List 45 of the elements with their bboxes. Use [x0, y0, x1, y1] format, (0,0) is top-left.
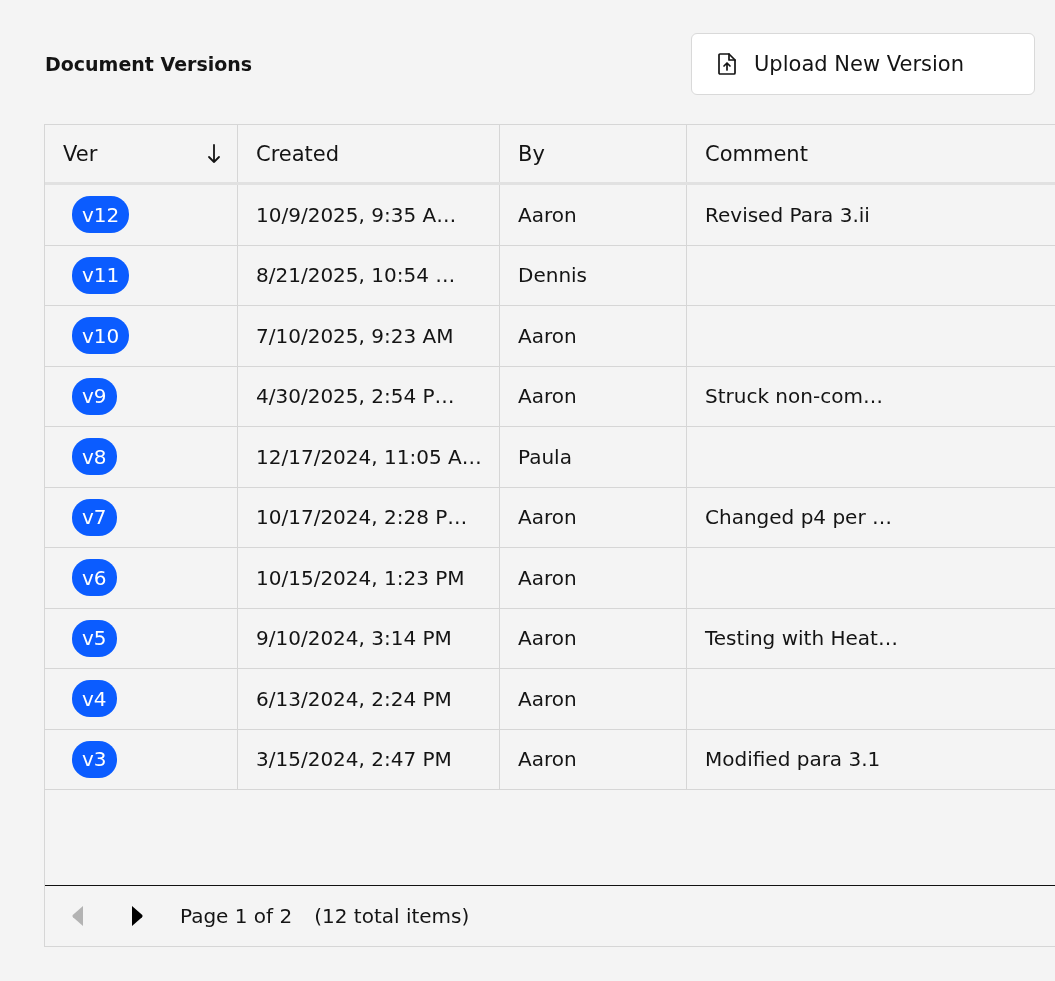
table-cell-text: Revised Para 3.ii [704, 201, 871, 229]
version-badge[interactable]: v3 [72, 740, 117, 778]
upload-button[interactable]: Upload New Version [691, 33, 1035, 95]
table-cell-text: Changed p4 per … [704, 504, 893, 532]
table-cell: Aaron [500, 306, 687, 366]
table-cell: 3/15/2024, 2:47 PM [238, 729, 500, 789]
table-cell-text: Modified para 3.1 [704, 746, 882, 774]
version-badge[interactable]: v12 [72, 196, 130, 234]
table-cell: Aaron [500, 185, 687, 245]
table-cell: 10/15/2024, 1:23 PM [238, 548, 500, 608]
table-cell: Dennis [500, 245, 687, 305]
caret-right-icon[interactable] [130, 904, 144, 928]
table-cell: Aaron [500, 487, 687, 547]
table-cell: Aaron [500, 669, 687, 729]
version-badge[interactable]: v8 [72, 438, 117, 476]
table-cell: Aaron [500, 608, 687, 668]
table-cell: 10/9/2025, 9:35 A… [238, 185, 500, 245]
column-header[interactable]: Created [238, 125, 500, 182]
version-badge[interactable]: v9 [72, 377, 117, 415]
table-cell: Aaron [500, 548, 687, 608]
total-items-count: (12 total items) [314, 904, 470, 928]
table-cell: 4/30/2025, 2:54 P… [238, 366, 500, 426]
version-badge[interactable]: v6 [72, 559, 117, 597]
table-cell: 9/10/2024, 3:14 PM [238, 608, 500, 668]
file-upload-icon [718, 53, 736, 75]
table-cell: 7/10/2025, 9:23 AM [238, 306, 500, 366]
version-badge[interactable]: v7 [72, 498, 117, 536]
table-cell-text: Struck non-com… [704, 383, 884, 411]
column-header[interactable]: Comment [687, 125, 1055, 182]
table-cell: Aaron [500, 729, 687, 789]
table-cell: 12/17/2024, 11:05 A… [238, 427, 500, 487]
table-cell-text: Testing with Heat… [704, 625, 899, 653]
page-indicator: Page 1 of 2 [180, 904, 293, 928]
column-header[interactable]: Ver [45, 125, 238, 182]
table-cell: Aaron [500, 366, 687, 426]
column-header[interactable]: By [500, 125, 687, 182]
table-cell: Paula [500, 427, 687, 487]
table-cell: 6/13/2024, 2:24 PM [238, 669, 500, 729]
version-badge[interactable]: v11 [72, 256, 130, 294]
version-badge[interactable]: v10 [72, 317, 130, 355]
version-badge[interactable]: v4 [72, 680, 117, 718]
version-badge[interactable]: v5 [72, 619, 117, 657]
table-cell: 8/21/2025, 10:54 … [238, 245, 500, 305]
page-title: Document Versions [45, 53, 253, 75]
table-cell: 10/17/2024, 2:28 P… [238, 487, 500, 547]
